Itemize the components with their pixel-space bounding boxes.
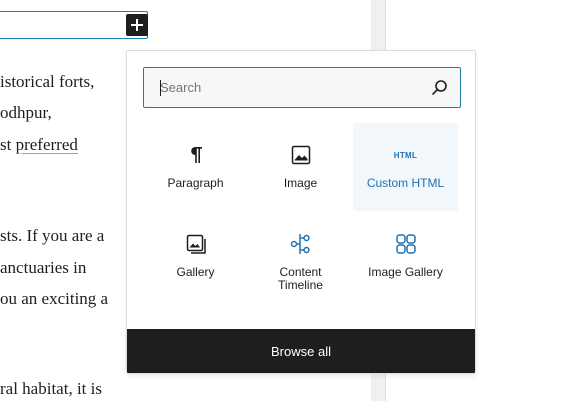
block-item-label: Paragraph xyxy=(167,176,224,190)
html-icon: HTML xyxy=(393,150,418,160)
block-item-label: Custom HTML xyxy=(366,176,445,190)
paragraph-line-3: st preferred xyxy=(0,135,78,155)
paragraph-line-6: ou an exciting a xyxy=(0,289,109,308)
text-caret xyxy=(160,80,161,96)
paragraph-line-4: sts. If you are a xyxy=(0,226,105,245)
browse-all-button[interactable]: Browse all xyxy=(127,329,475,373)
block-item-label: Content Timeline xyxy=(278,265,323,292)
search-input[interactable] xyxy=(144,68,424,107)
block-item-gallery[interactable]: Gallery xyxy=(143,212,248,300)
timeline-icon xyxy=(290,234,310,254)
paragraph-line-7: ral habitat, it is xyxy=(0,379,102,398)
block-item-image[interactable]: Image xyxy=(248,123,353,211)
paragraph-line-2: odhpur, xyxy=(0,103,52,122)
gallery-icon xyxy=(186,234,206,254)
paragraph-line-5: anctuaries in xyxy=(0,258,87,277)
browse-all-label: Browse all xyxy=(271,343,331,359)
block-item-image-gallery[interactable]: Image Gallery xyxy=(353,212,458,300)
block-item-label: Image xyxy=(283,176,318,190)
image-gallery-icon xyxy=(395,234,416,254)
block-item-label: Image Gallery xyxy=(368,265,443,279)
block-inserter-popover: Paragraph Image HTML Custom HTML xyxy=(126,50,476,374)
image-icon xyxy=(291,145,310,165)
paragraph-line-1: istorical forts, xyxy=(0,72,95,91)
search-field xyxy=(143,67,461,108)
paragraph-icon xyxy=(190,147,202,163)
block-item-custom-html[interactable]: HTML Custom HTML xyxy=(353,123,458,211)
search-icon xyxy=(432,80,447,95)
block-item-content-timeline[interactable]: Content Timeline xyxy=(248,212,353,300)
inserter-toggle-button[interactable] xyxy=(126,14,148,36)
highlighted-word: preferred xyxy=(15,135,78,154)
block-item-label: Gallery xyxy=(176,265,215,279)
paragraph-line-3-text: st xyxy=(0,135,16,154)
block-item-paragraph[interactable]: Paragraph xyxy=(143,123,248,211)
plus-icon xyxy=(131,19,143,31)
